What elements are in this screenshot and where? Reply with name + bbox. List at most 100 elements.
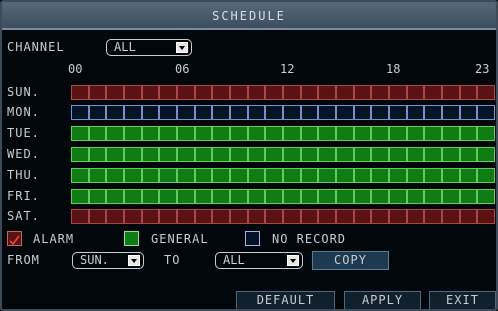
schedule-cell[interactable] — [371, 105, 390, 120]
schedule-cell[interactable] — [88, 147, 107, 162]
schedule-cell[interactable] — [353, 85, 372, 100]
schedule-cell[interactable] — [106, 209, 125, 224]
schedule-row-sun[interactable] — [71, 85, 496, 100]
apply-button[interactable]: APPLY — [344, 291, 421, 309]
schedule-cell[interactable] — [71, 209, 89, 224]
schedule-cell[interactable] — [230, 105, 248, 120]
schedule-cell[interactable] — [406, 85, 425, 100]
schedule-cell[interactable] — [106, 189, 125, 204]
no-record-legend-box[interactable] — [245, 231, 260, 246]
schedule-cell[interactable] — [230, 147, 248, 162]
schedule-cell[interactable] — [194, 126, 213, 141]
schedule-cell[interactable] — [442, 147, 460, 162]
schedule-cell[interactable] — [424, 126, 443, 141]
schedule-cell[interactable] — [194, 209, 213, 224]
schedule-cell[interactable] — [442, 126, 460, 141]
schedule-cell[interactable] — [283, 147, 301, 162]
schedule-cell[interactable] — [283, 85, 301, 100]
schedule-cell[interactable] — [353, 105, 372, 120]
schedule-cell[interactable] — [194, 168, 213, 183]
schedule-cell[interactable] — [265, 126, 284, 141]
schedule-cell[interactable] — [71, 85, 89, 100]
schedule-cell[interactable] — [406, 147, 425, 162]
schedule-cell[interactable] — [353, 126, 372, 141]
schedule-cell[interactable] — [159, 105, 178, 120]
schedule-cell[interactable] — [442, 85, 460, 100]
schedule-cell[interactable] — [106, 147, 125, 162]
default-button[interactable]: DEFAULT — [236, 291, 335, 309]
schedule-cell[interactable] — [336, 85, 354, 100]
schedule-cell[interactable] — [230, 126, 248, 141]
schedule-cell[interactable] — [300, 105, 319, 120]
schedule-cell[interactable] — [459, 189, 478, 204]
schedule-cell[interactable] — [106, 126, 125, 141]
schedule-cell[interactable] — [283, 168, 301, 183]
schedule-cell[interactable] — [406, 105, 425, 120]
schedule-cell[interactable] — [230, 209, 248, 224]
general-legend-box[interactable] — [124, 231, 139, 246]
schedule-cell[interactable] — [71, 189, 89, 204]
schedule-cell[interactable] — [212, 85, 231, 100]
schedule-cell[interactable] — [406, 209, 425, 224]
schedule-cell[interactable] — [389, 189, 407, 204]
schedule-cell[interactable] — [124, 168, 142, 183]
schedule-row-fri[interactable] — [71, 189, 496, 204]
schedule-cell[interactable] — [106, 105, 125, 120]
schedule-cell[interactable] — [477, 85, 496, 100]
schedule-cell[interactable] — [141, 189, 160, 204]
schedule-cell[interactable] — [336, 168, 354, 183]
schedule-cell[interactable] — [389, 105, 407, 120]
schedule-cell[interactable] — [424, 147, 443, 162]
schedule-cell[interactable] — [247, 147, 266, 162]
schedule-cell[interactable] — [124, 147, 142, 162]
schedule-cell[interactable] — [177, 168, 195, 183]
schedule-cell[interactable] — [265, 147, 284, 162]
schedule-cell[interactable] — [389, 85, 407, 100]
schedule-cell[interactable] — [194, 189, 213, 204]
schedule-cell[interactable] — [265, 189, 284, 204]
schedule-cell[interactable] — [318, 189, 337, 204]
schedule-cell[interactable] — [159, 209, 178, 224]
schedule-cell[interactable] — [159, 147, 178, 162]
schedule-cell[interactable] — [212, 126, 231, 141]
schedule-cell[interactable] — [389, 147, 407, 162]
schedule-cell[interactable] — [371, 189, 390, 204]
schedule-cell[interactable] — [141, 85, 160, 100]
schedule-cell[interactable] — [71, 126, 89, 141]
schedule-cell[interactable] — [88, 189, 107, 204]
schedule-cell[interactable] — [177, 85, 195, 100]
schedule-cell[interactable] — [194, 147, 213, 162]
from-day-select[interactable]: SUN. — [72, 252, 144, 269]
schedule-cell[interactable] — [247, 105, 266, 120]
schedule-cell[interactable] — [212, 105, 231, 120]
schedule-cell[interactable] — [300, 168, 319, 183]
schedule-cell[interactable] — [88, 168, 107, 183]
schedule-cell[interactable] — [459, 168, 478, 183]
schedule-cell[interactable] — [300, 126, 319, 141]
schedule-cell[interactable] — [230, 168, 248, 183]
schedule-cell[interactable] — [247, 85, 266, 100]
schedule-cell[interactable] — [71, 147, 89, 162]
schedule-row-tue[interactable] — [71, 126, 496, 141]
schedule-cell[interactable] — [371, 147, 390, 162]
schedule-cell[interactable] — [318, 168, 337, 183]
schedule-cell[interactable] — [177, 209, 195, 224]
schedule-cell[interactable] — [177, 147, 195, 162]
schedule-cell[interactable] — [371, 209, 390, 224]
schedule-cell[interactable] — [477, 168, 496, 183]
schedule-cell[interactable] — [159, 168, 178, 183]
schedule-cell[interactable] — [194, 85, 213, 100]
schedule-cell[interactable] — [141, 126, 160, 141]
schedule-cell[interactable] — [88, 209, 107, 224]
schedule-cell[interactable] — [124, 105, 142, 120]
schedule-cell[interactable] — [336, 126, 354, 141]
schedule-row-mon[interactable] — [71, 105, 496, 120]
schedule-cell[interactable] — [141, 105, 160, 120]
schedule-cell[interactable] — [106, 85, 125, 100]
schedule-cell[interactable] — [88, 126, 107, 141]
schedule-cell[interactable] — [424, 168, 443, 183]
schedule-cell[interactable] — [389, 168, 407, 183]
schedule-cell[interactable] — [106, 168, 125, 183]
schedule-cell[interactable] — [212, 189, 231, 204]
schedule-cell[interactable] — [300, 189, 319, 204]
